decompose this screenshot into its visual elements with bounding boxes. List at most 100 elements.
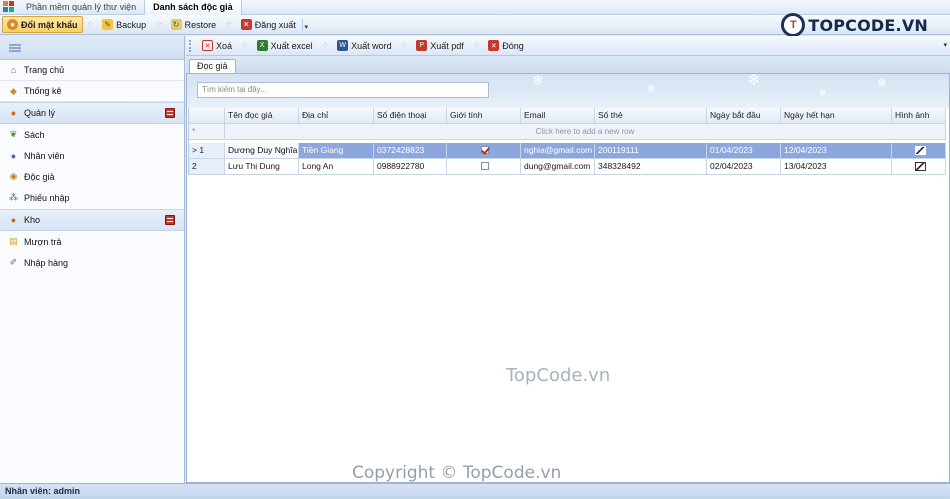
new-row[interactable]: * Click here to add a new row — [189, 124, 946, 140]
sidebar-item-readers[interactable]: ◉ Độc giả — [0, 166, 184, 187]
tab-readers[interactable]: Đọc giả — [189, 59, 236, 73]
cell-gender[interactable] — [447, 143, 521, 159]
close-label: Đóng — [502, 40, 524, 51]
restore-icon: ↻ — [170, 19, 182, 30]
logout-button[interactable]: ✕ Đăng xuất — [236, 16, 301, 33]
close-button[interactable]: ✕ Đóng — [483, 37, 529, 54]
sidebar-item-borrow[interactable]: ▤ Mượn trả — [0, 231, 184, 252]
table-row[interactable]: 2 Lưu Thị Dung Long An 0988922780 dung@g… — [189, 159, 946, 175]
column-header[interactable]: Giới tính — [447, 108, 521, 124]
cell-image[interactable] — [892, 143, 946, 159]
toolbar-separator: ⁘ — [86, 19, 95, 29]
cell-email[interactable]: nghia@gmail.com — [521, 143, 595, 159]
excel-icon: X — [256, 40, 268, 51]
collapse-group-icon[interactable] — [165, 215, 175, 225]
sidebar-group-label: Kho — [24, 215, 41, 225]
key-user-icon: ● — [7, 19, 18, 30]
sidebar-item-label: Nhân viên — [24, 150, 65, 161]
collapse-group-icon[interactable] — [165, 108, 175, 118]
export-word-label: Xuất word — [351, 40, 392, 51]
reader-icon: ◉ — [9, 171, 18, 181]
borrow-icon: ▤ — [9, 236, 18, 246]
window-tab-readers[interactable]: Danh sách độc giả — [144, 0, 242, 15]
toolbar-grip[interactable] — [189, 39, 191, 52]
row-indicator[interactable]: 2 — [189, 159, 225, 175]
readers-panel: ❄ ❄ ❄ ❄ ❄ Tìm kiếm tại đây... Tên đọc gi… — [186, 73, 950, 483]
cell-end-date[interactable]: 12/04/2023 — [781, 143, 892, 159]
sidebar: ⌂ Trang chủ ◆ Thống kê ● Quản lý ❦ Sách … — [0, 36, 185, 483]
gender-checkbox[interactable] — [481, 162, 489, 170]
search-input[interactable]: Tìm kiếm tại đây... — [197, 82, 489, 98]
image-icon — [914, 162, 926, 171]
book-icon: ❦ — [9, 129, 18, 139]
cell-name[interactable]: Dương Duy Nghĩa — [225, 143, 299, 159]
sidebar-group-manage[interactable]: ● Quản lý — [0, 102, 184, 124]
cell-address[interactable]: Long An — [299, 159, 374, 175]
sidebar-item-home[interactable]: ⌂ Trang chủ — [0, 60, 184, 81]
cell-phone[interactable]: 0988922780 — [374, 159, 447, 175]
column-header[interactable]: Số thẻ — [595, 108, 707, 124]
delete-icon: ✕ — [202, 40, 213, 51]
column-header[interactable]: Ngày bắt đầu — [707, 108, 781, 124]
delete-button[interactable]: ✕ Xoá — [197, 37, 237, 54]
warehouse-icon: ● — [10, 215, 17, 225]
row-indicator[interactable]: > 1 — [189, 143, 225, 159]
employee-icon: ● — [10, 150, 17, 161]
cell-image[interactable] — [892, 159, 946, 175]
cell-card[interactable]: 348328492 — [595, 159, 707, 175]
change-password-label: Đổi mật khẩu — [21, 19, 78, 30]
toolbar-overflow-icon[interactable]: ▾ — [943, 41, 947, 49]
logout-label: Đăng xuất — [254, 19, 296, 30]
delete-label: Xoá — [216, 40, 233, 51]
toolbar-separator: ⁘ — [472, 40, 481, 50]
grid-toolbar: ✕ Xoá ⁘ X Xuất excel ⁘ W Xuất word ⁘ P X… — [186, 36, 950, 56]
export-pdf-button[interactable]: P Xuất pdf — [411, 37, 469, 54]
change-password-button[interactable]: ● Đổi mật khẩu — [2, 16, 83, 33]
sidebar-item-employees[interactable]: ● Nhân viên — [0, 145, 184, 166]
logo-mark: T — [781, 13, 806, 37]
cell-start-date[interactable]: 01/04/2023 — [707, 143, 781, 159]
manage-icon: ● — [10, 108, 17, 118]
column-header[interactable]: Địa chỉ — [299, 108, 374, 124]
column-header[interactable]: Ngày hết hạn — [781, 108, 892, 124]
cell-phone[interactable]: 0372428823 — [374, 143, 447, 159]
new-row-text[interactable]: Click here to add a new row — [225, 124, 946, 140]
snowflake-decoration: ❄ — [747, 73, 761, 89]
column-header[interactable]: Tên đọc giả — [225, 108, 299, 124]
snowflake-decoration: ❄ — [819, 88, 827, 98]
export-word-button[interactable]: W Xuất word — [332, 37, 397, 54]
cell-end-date[interactable]: 13/04/2023 — [781, 159, 892, 175]
column-header[interactable]: Hình ảnh — [892, 108, 946, 124]
snowflake-decoration: ❄ — [532, 73, 544, 88]
snowflake-decoration: ❄ — [877, 76, 888, 90]
cell-start-date[interactable]: 02/04/2023 — [707, 159, 781, 175]
sidebar-item-receipts[interactable]: ⁂ Phiếu nhập — [0, 187, 184, 208]
table-row[interactable]: > 1 Dương Duy Nghĩa Tiền Giang 037242882… — [189, 143, 946, 159]
backup-button[interactable]: ✎ Backup — [97, 16, 151, 33]
sidebar-item-label: Nhập hàng — [24, 257, 69, 268]
receipt-icon: ⁂ — [9, 192, 18, 202]
cell-address[interactable]: Tiền Giang — [299, 143, 374, 159]
column-header[interactable]: Email — [521, 108, 595, 124]
sidebar-group-warehouse[interactable]: ● Kho — [0, 209, 184, 231]
toolbar-overflow-button[interactable]: ▾ — [301, 18, 310, 31]
export-excel-label: Xuất excel — [270, 40, 313, 51]
export-excel-button[interactable]: X Xuất excel — [252, 37, 318, 54]
logout-icon: ✕ — [240, 19, 252, 30]
close-icon: ✕ — [488, 40, 500, 51]
sidebar-item-statistics[interactable]: ◆ Thống kê — [0, 81, 184, 102]
cell-card[interactable]: 200119111 — [595, 143, 707, 159]
gender-checkbox[interactable] — [481, 146, 489, 154]
column-header[interactable]: Số điện thoại — [374, 108, 447, 124]
window-tab-app[interactable]: Phần mềm quản lý thư viện — [18, 0, 144, 15]
backup-label: Backup — [116, 19, 147, 30]
hamburger-menu-icon[interactable] — [9, 43, 21, 52]
restore-button[interactable]: ↻ Restore — [166, 16, 222, 33]
sidebar-item-import[interactable]: ✐ Nhập hàng — [0, 252, 184, 273]
cell-email[interactable]: dung@gmail.com — [521, 159, 595, 175]
sidebar-item-books[interactable]: ❦ Sách — [0, 124, 184, 145]
cell-gender[interactable] — [447, 159, 521, 175]
sidebar-item-label: Mượn trả — [24, 236, 62, 247]
cell-name[interactable]: Lưu Thị Dung — [225, 159, 299, 175]
home-icon: ⌂ — [10, 65, 17, 75]
